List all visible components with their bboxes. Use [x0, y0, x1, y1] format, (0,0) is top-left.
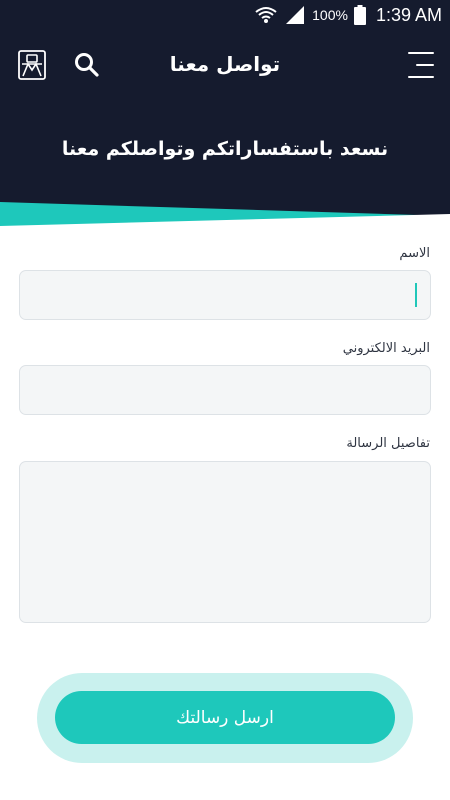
menu-icon[interactable] [406, 52, 434, 78]
name-label: الاسم [399, 246, 430, 261]
header: تواصل معنا نسعد باستفساراتكم وتواصلكم مع… [0, 30, 450, 230]
name-field[interactable] [19, 270, 431, 320]
status-bar: 100% 1:39 AM [0, 0, 450, 30]
battery-icon [353, 5, 366, 25]
wifi-icon [254, 5, 278, 25]
signal-icon [284, 5, 306, 25]
page-title: تواصل معنا [169, 52, 281, 76]
submit-button[interactable]: ارسل رسالتك [55, 691, 395, 744]
message-label: تفاصيل الرسالة [346, 436, 430, 451]
app-bar: تواصل معنا [0, 30, 450, 100]
text-cursor [415, 283, 417, 307]
message-field[interactable] [19, 461, 431, 623]
battery-percent: 100% [312, 7, 348, 23]
email-field[interactable] [19, 365, 431, 415]
email-label: البريد الالكتروني [342, 341, 430, 356]
search-icon[interactable] [74, 52, 100, 78]
header-subtitle: نسعد باستفساراتكم وتواصلكم معنا [61, 138, 389, 160]
app-logo-icon[interactable] [18, 50, 46, 80]
header-wave [0, 202, 450, 230]
status-time: 1:39 AM [375, 4, 442, 25]
